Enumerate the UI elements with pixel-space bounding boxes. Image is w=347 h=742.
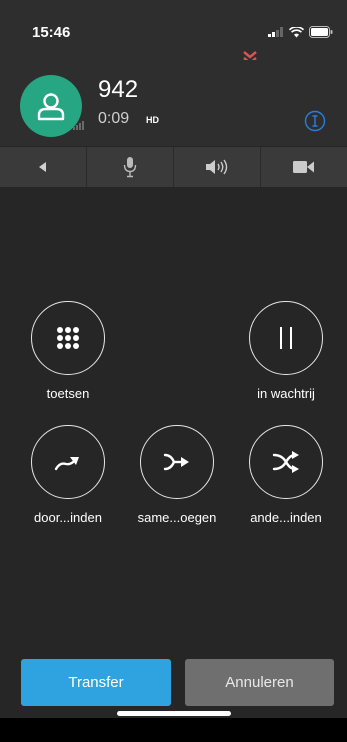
user-icon (37, 93, 65, 121)
cancel-button[interactable]: Annuleren (185, 659, 334, 706)
swap-action[interactable]: ande...inden (246, 425, 326, 525)
keypad-label: toetsen (46, 386, 90, 401)
call-quality-icon (73, 121, 84, 130)
keypad-action[interactable]: toetsen (28, 301, 108, 401)
back-arrow-icon (39, 162, 46, 172)
call-header: 942 0:09 HD (0, 60, 347, 146)
video-button[interactable] (261, 147, 347, 187)
home-indicator[interactable] (117, 711, 231, 716)
keypad-icon (57, 327, 79, 349)
swap-label: ande...inden (250, 510, 322, 525)
microphone-icon (123, 157, 137, 178)
wifi-icon (289, 26, 304, 37)
home-bar-area (0, 718, 347, 742)
call-controls (0, 147, 347, 187)
pause-icon (280, 327, 292, 349)
call-duration: 0:09 (98, 110, 130, 127)
status-bar: 15:46 (0, 0, 347, 60)
status-time: 15:46 (32, 24, 71, 41)
hd-badge: HD (146, 115, 159, 125)
call-screen: 15:46 942 0:09 HD toetsen in wachtrij do… (0, 0, 347, 742)
hold-action[interactable]: in wachtrij (246, 301, 326, 401)
status-icons (268, 26, 333, 38)
info-icon[interactable] (304, 110, 326, 132)
merge-arrows-icon (163, 453, 189, 471)
caller-number: 942 (98, 76, 139, 103)
forward-action[interactable]: door...inden (28, 425, 108, 525)
hold-label: in wachtrij (257, 386, 315, 401)
merge-action[interactable]: same...oegen (137, 425, 217, 525)
video-camera-icon (293, 161, 314, 173)
speaker-icon (206, 159, 228, 175)
back-button[interactable] (0, 147, 87, 187)
speaker-button[interactable] (174, 147, 261, 187)
forward-button[interactable] (31, 425, 105, 499)
swap-arrows-icon (272, 451, 299, 473)
swap-button[interactable] (249, 425, 323, 499)
cellular-signal-icon (268, 27, 283, 37)
forward-label: door...inden (34, 510, 102, 525)
merge-button[interactable] (140, 425, 214, 499)
battery-icon (309, 26, 333, 38)
forward-arrow-icon (54, 457, 79, 471)
transfer-button[interactable]: Transfer (21, 659, 171, 706)
hold-button[interactable] (249, 301, 323, 375)
keypad-button[interactable] (31, 301, 105, 375)
merge-label: same...oegen (137, 510, 217, 525)
mute-button[interactable] (87, 147, 174, 187)
